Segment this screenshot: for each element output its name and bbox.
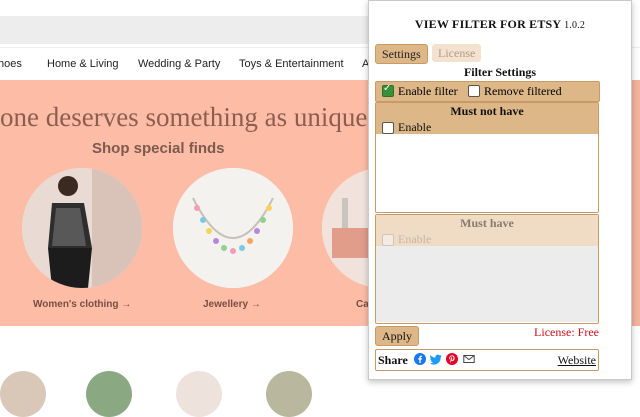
must-have-enable-checkbox[interactable] [382, 234, 394, 246]
remove-filtered-checkbox[interactable] [468, 85, 480, 97]
category-thumb-3[interactable] [176, 371, 222, 417]
tab-settings[interactable]: Settings [375, 44, 428, 64]
caption-womens-clothing[interactable]: Women's clothing → [33, 299, 131, 310]
apply-button[interactable]: Apply [375, 326, 419, 346]
hero-headline: one deserves something as unique a [0, 102, 387, 132]
enable-filter-checkbox[interactable] [382, 83, 394, 97]
must-have-textarea[interactable] [376, 246, 598, 322]
must-not-have-textarea[interactable] [376, 134, 598, 211]
view-filter-popup: VIEW FILTER FOR ETSY 1.0.2 Settings Lice… [368, 0, 632, 380]
version-label: 1.0.2 [564, 20, 586, 31]
must-not-have-header: Must not have Enable [376, 103, 598, 134]
website-link[interactable]: Website [558, 353, 596, 368]
tab-license[interactable]: License [432, 44, 482, 62]
remove-filtered-label: Remove filtered [484, 84, 562, 98]
category-thumb-1[interactable] [0, 371, 46, 417]
share-label: Share [378, 353, 408, 367]
search-input[interactable] [0, 16, 370, 44]
pinterest-icon[interactable] [446, 353, 458, 365]
facebook-icon[interactable] [414, 353, 426, 365]
shop-special-finds-title: Shop special finds [92, 140, 225, 157]
arrow-right-icon: → [121, 299, 132, 310]
share-bar: Share Website [375, 349, 599, 371]
must-have-title: Must have [460, 216, 514, 230]
popup-title: VIEW FILTER FOR ETSY 1.0.2 [414, 17, 586, 31]
category-thumb-4[interactable] [266, 371, 312, 417]
nav-item-shoes[interactable]: hoes [0, 58, 22, 70]
must-not-have-enable-checkbox[interactable] [382, 122, 394, 134]
caption-jewellery[interactable]: Jewellery → [203, 299, 261, 310]
must-have-panel: Must have Enable [375, 214, 599, 324]
caption-category-3[interactable]: Ca [356, 299, 369, 310]
must-have-enable-label: Enable [398, 232, 432, 246]
mail-icon[interactable] [463, 353, 475, 365]
nav-item-toys-entertainment[interactable]: Toys & Entertainment [239, 58, 344, 70]
must-not-have-title: Must not have [450, 104, 524, 118]
arrow-right-icon: → [250, 299, 261, 310]
nav-item-home-living[interactable]: Home & Living [47, 58, 119, 70]
license-status: License: Free [534, 325, 599, 339]
category-thumb-2[interactable] [86, 371, 132, 417]
filter-settings-heading: Filter Settings [463, 65, 537, 79]
nav-item-wedding-party[interactable]: Wedding & Party [138, 58, 220, 70]
must-have-header: Must have Enable [376, 215, 598, 246]
must-not-have-panel: Must not have Enable [375, 102, 599, 213]
must-not-have-enable-label: Enable [398, 120, 432, 134]
enable-filter-label: Enable filter [398, 84, 458, 98]
filter-options-row: Enable filter Remove filtered [375, 81, 600, 102]
twitter-icon[interactable] [430, 353, 442, 365]
womens-clothing-image[interactable] [22, 168, 142, 288]
jewellery-image[interactable] [173, 168, 293, 288]
